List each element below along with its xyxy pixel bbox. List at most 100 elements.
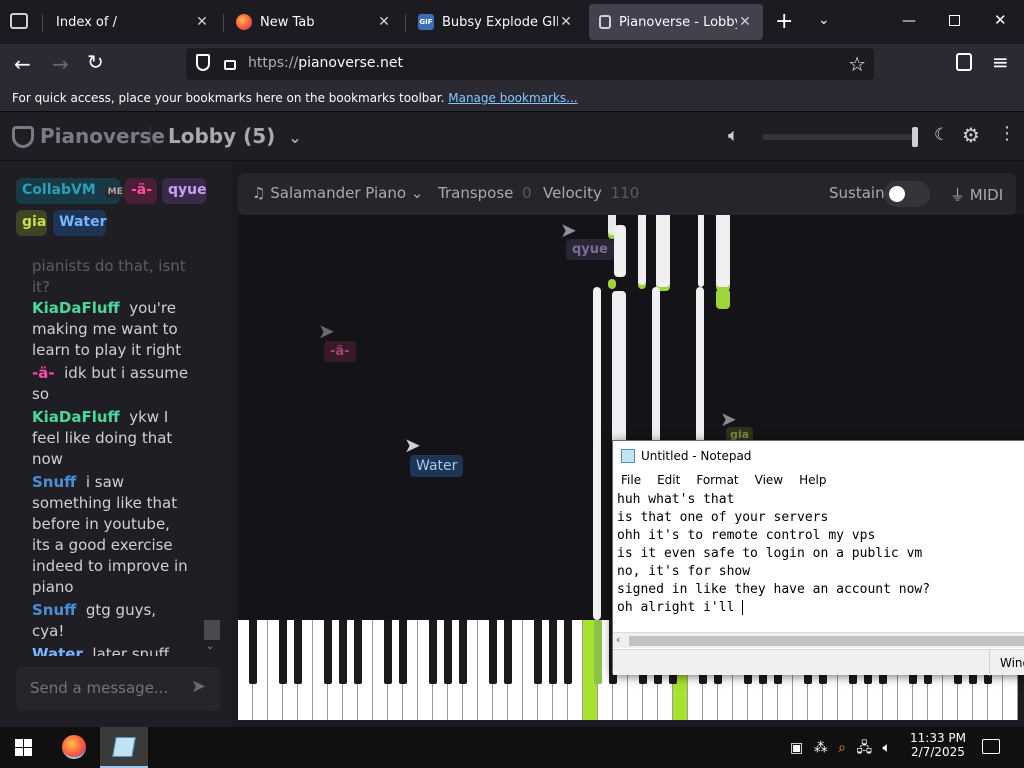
- cursor-label-qyue: qyue: [566, 239, 614, 260]
- moon-icon[interactable]: ☾: [934, 125, 949, 145]
- clock[interactable]: 11:33 PM 2/7/2025: [906, 731, 970, 759]
- notepad-titlebar[interactable]: Untitled - Notepad: [613, 441, 1024, 471]
- tab-new-tab[interactable]: New Tab ✕: [226, 4, 402, 40]
- scroll-left-icon[interactable]: ‹: [616, 633, 620, 646]
- close-icon[interactable]: ✕: [558, 14, 574, 30]
- piano-black-key[interactable]: [429, 620, 437, 684]
- tab-bubsy[interactable]: GIF Bubsy Explode GIF - Bu ✕: [408, 4, 584, 40]
- piano-black-key[interactable]: [354, 620, 362, 684]
- piano-black-key[interactable]: [279, 620, 287, 684]
- menu-hamburger-icon[interactable]: ≡: [992, 50, 1009, 74]
- user-chip-collabvm[interactable]: CollabVM ME: [16, 178, 126, 204]
- send-icon[interactable]: ➤: [191, 676, 206, 697]
- lock-icon[interactable]: [224, 60, 236, 70]
- url-text[interactable]: https://pianoverse.net: [248, 55, 403, 71]
- me-badge: ME: [104, 186, 126, 198]
- notepad-window[interactable]: Untitled - Notepad File Edit Format View…: [612, 440, 1024, 676]
- reload-icon[interactable]: ↻: [87, 50, 104, 74]
- room-selector[interactable]: Lobby (5) ⌄: [168, 124, 302, 148]
- tab-pianoverse[interactable]: Pianoverse - Lobby (5) ✕: [589, 4, 763, 40]
- minimize-button[interactable]: —: [902, 13, 916, 29]
- brand-name: Pianoverse: [40, 124, 165, 148]
- user-chip-qyue[interactable]: qyue: [162, 178, 207, 204]
- maximize-button[interactable]: [949, 15, 960, 26]
- speaker-icon[interactable]: 🔈︎: [728, 125, 739, 146]
- pianoverse-logo-icon: [12, 126, 34, 148]
- menu-format[interactable]: Format: [688, 471, 746, 491]
- tab-index[interactable]: Index of / ✕: [46, 4, 220, 40]
- chat-scrollbar-thumb[interactable]: [204, 620, 220, 640]
- message-box[interactable]: ➤: [16, 667, 220, 711]
- volume-icon[interactable]: 🔈︎: [883, 740, 891, 756]
- network-icon[interactable]: 🖧︎: [856, 740, 872, 756]
- shield-icon[interactable]: [196, 54, 210, 71]
- sustain-label: Sustain: [829, 184, 885, 202]
- piano-black-key[interactable]: [399, 620, 407, 684]
- scroll-down-icon[interactable]: ⌄: [206, 641, 214, 652]
- url-bar[interactable]: https://pianoverse.net ☆: [186, 48, 874, 80]
- piano-black-key[interactable]: [444, 620, 452, 684]
- user-chip-a[interactable]: -ä-: [125, 178, 157, 204]
- bookmarks-toolbar: For quick access, place your bookmarks h…: [0, 84, 1024, 112]
- transpose-control[interactable]: Transpose 0: [438, 184, 532, 202]
- notepad-statusbar: Wind: [613, 649, 1024, 676]
- piano-black-key[interactable]: [324, 620, 332, 684]
- tray-search-icon[interactable]: ⌕: [838, 740, 846, 756]
- piano-black-key[interactable]: [594, 620, 602, 684]
- midi-button[interactable]: ⏚ MIDI: [950, 184, 1003, 205]
- windows-start-icon[interactable]: [15, 739, 32, 756]
- tab-strip: Index of / ✕ New Tab ✕ GIF Bubsy Explode…: [0, 0, 1024, 44]
- close-icon[interactable]: ✕: [737, 14, 753, 30]
- message-input[interactable]: [30, 679, 180, 697]
- back-arrow-icon[interactable]: ←: [14, 52, 31, 76]
- tab-list-chevron-icon[interactable]: ⌄: [818, 12, 830, 28]
- notepad-horizontal-scrollbar[interactable]: ‹: [613, 632, 1024, 648]
- tray-icons: ▣ ⁂ ⌕ 🖧︎ 🔈︎: [790, 737, 891, 761]
- pianoverse-icon: [599, 15, 611, 29]
- close-icon[interactable]: ✕: [194, 14, 210, 30]
- bookmark-star-icon[interactable]: ☆: [848, 52, 866, 76]
- piano-black-key[interactable]: [504, 620, 512, 684]
- velocity-control[interactable]: Velocity 110: [543, 184, 639, 202]
- more-vertical-icon[interactable]: ⋮: [998, 123, 1016, 144]
- forward-arrow-icon[interactable]: →: [52, 52, 69, 76]
- close-window-button[interactable]: ✕: [994, 11, 1007, 29]
- tray-network-people-icon[interactable]: ⁂: [814, 740, 828, 756]
- menu-view[interactable]: View: [747, 471, 791, 491]
- user-chip-gia[interactable]: gia: [16, 210, 47, 236]
- menu-edit[interactable]: Edit: [649, 471, 688, 491]
- piano-black-key[interactable]: [294, 620, 302, 684]
- firefox-taskbar-icon[interactable]: [62, 735, 86, 759]
- scrollbar-thumb[interactable]: [629, 636, 1024, 646]
- sustain-toggle[interactable]: [884, 181, 930, 207]
- notification-icon[interactable]: [982, 739, 1000, 754]
- menu-file[interactable]: File: [613, 471, 649, 491]
- volume-thumb[interactable]: [912, 127, 918, 147]
- instrument-selector[interactable]: ♫ Salamander Piano ⌄: [252, 184, 423, 202]
- volume-slider[interactable]: [762, 127, 918, 147]
- piano-black-key[interactable]: [459, 620, 467, 684]
- gear-icon[interactable]: ⚙: [962, 123, 980, 147]
- user-chip-water[interactable]: Water: [53, 210, 106, 236]
- piano-black-key[interactable]: [249, 620, 257, 684]
- transpose-value: 0: [522, 184, 532, 202]
- piano-black-key[interactable]: [564, 620, 572, 684]
- piano-black-key[interactable]: [549, 620, 557, 684]
- note-bar: [656, 215, 670, 287]
- chat-message: KiaDaFluff ykw I feel like doing that no…: [32, 408, 173, 468]
- chat-message: Snuff gtg guys, cya!: [32, 601, 157, 640]
- manage-bookmarks-link[interactable]: Manage bookmarks...: [448, 91, 577, 105]
- extensions-icon[interactable]: [956, 53, 972, 71]
- piano-black-key[interactable]: [384, 620, 392, 684]
- piano-black-key[interactable]: [489, 620, 497, 684]
- notepad-text-area[interactable]: huh what's that is that one of your serve…: [617, 491, 1024, 631]
- tab-overview-icon[interactable]: [10, 13, 28, 29]
- close-icon[interactable]: ✕: [376, 14, 392, 30]
- gif-icon: GIF: [418, 14, 434, 30]
- piano-black-key[interactable]: [534, 620, 542, 684]
- notepad-taskbar-button[interactable]: [100, 727, 148, 768]
- menu-help[interactable]: Help: [791, 471, 834, 491]
- new-tab-button[interactable]: +: [775, 9, 793, 34]
- tray-app-icon[interactable]: ▣: [790, 740, 803, 756]
- piano-black-key[interactable]: [339, 620, 347, 684]
